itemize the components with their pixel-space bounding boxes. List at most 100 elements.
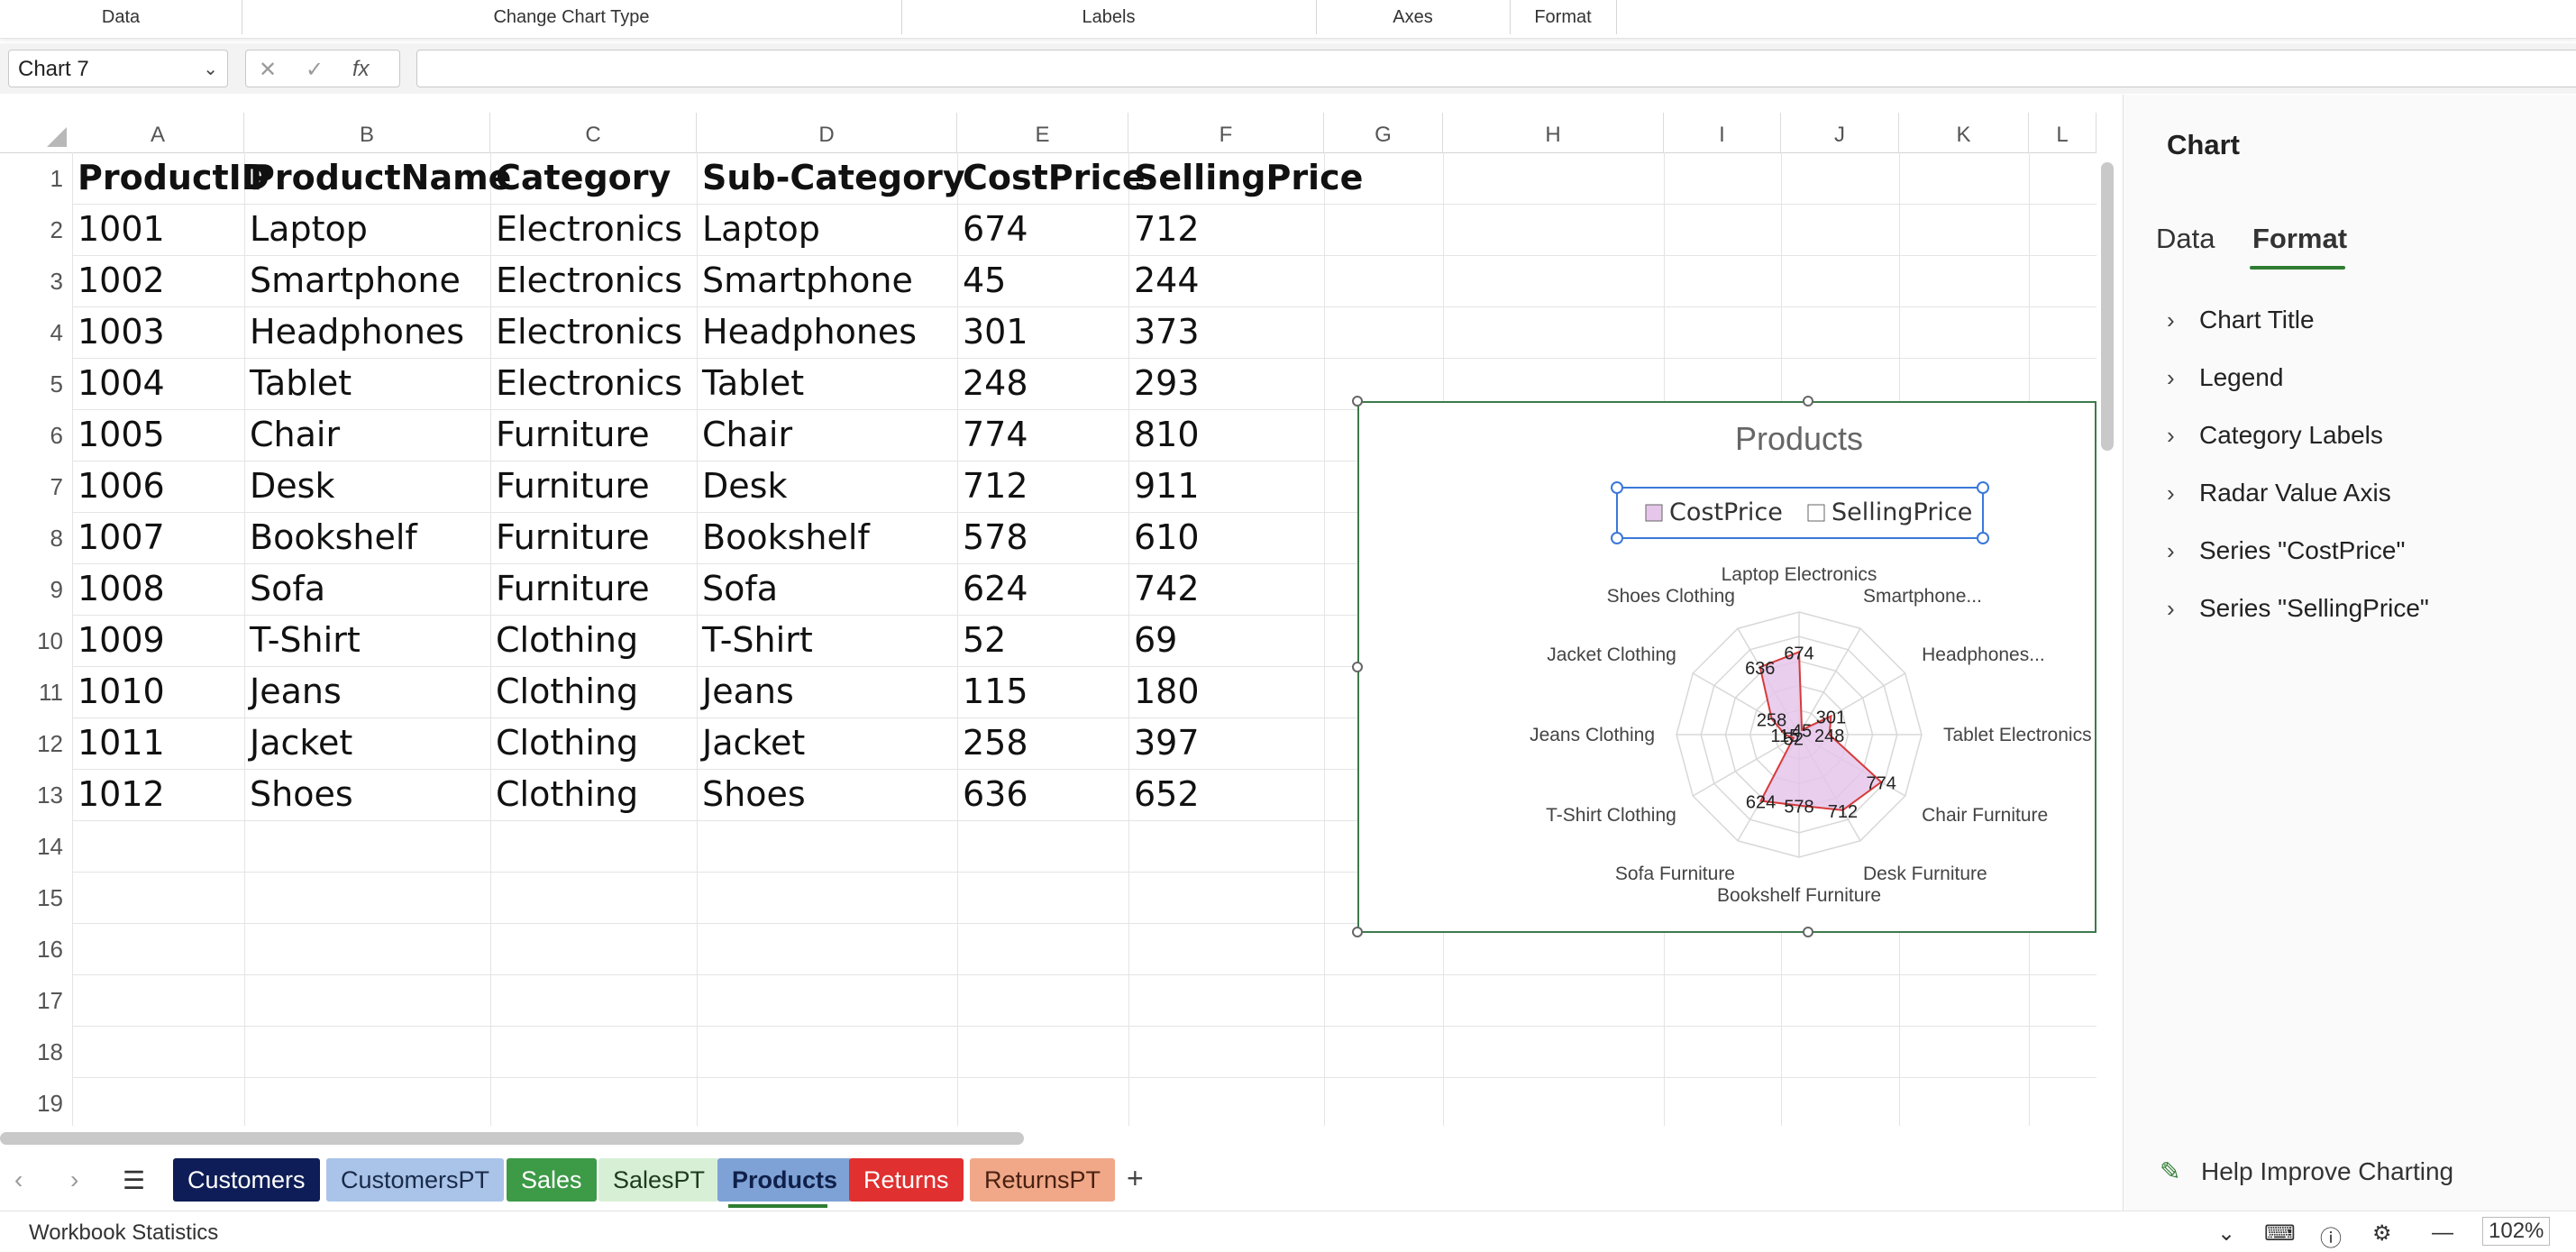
data-cell[interactable]: Sofa bbox=[250, 569, 325, 608]
data-cell[interactable]: Jeans bbox=[250, 672, 342, 711]
data-cell[interactable]: 1012 bbox=[78, 774, 165, 814]
header-cell[interactable]: Category bbox=[496, 158, 671, 197]
data-cell[interactable]: Chair bbox=[250, 415, 340, 454]
data-cell[interactable]: Furniture bbox=[496, 569, 650, 608]
data-cell[interactable]: 742 bbox=[1134, 569, 1200, 608]
column-header[interactable]: D bbox=[697, 113, 957, 152]
vertical-scrollbar[interactable] bbox=[2101, 162, 2114, 451]
sheet-tab-returns[interactable]: Returns bbox=[849, 1158, 964, 1202]
chart-resize-handle[interactable] bbox=[1803, 927, 1813, 937]
accessibility-icon[interactable]: ⚙ bbox=[2372, 1220, 2392, 1247]
data-cell[interactable]: Smartphone bbox=[250, 260, 461, 300]
chart-resize-handle[interactable] bbox=[1352, 927, 1363, 937]
data-cell[interactable]: Tablet bbox=[250, 363, 352, 403]
data-cell[interactable]: 293 bbox=[1134, 363, 1200, 403]
data-cell[interactable]: 1001 bbox=[78, 209, 165, 249]
keyboard-icon[interactable]: ⌨ bbox=[2264, 1220, 2296, 1247]
column-header[interactable]: B bbox=[244, 113, 490, 152]
header-cell[interactable]: CostPrice bbox=[963, 158, 1146, 197]
menu-icon[interactable]: ☰ bbox=[123, 1165, 145, 1195]
panel-item-category-labels[interactable]: › Category Labels bbox=[2167, 417, 2383, 453]
row-header[interactable]: 11 bbox=[0, 679, 72, 707]
data-cell[interactable]: 258 bbox=[963, 723, 1028, 763]
data-cell[interactable]: Electronics bbox=[496, 209, 682, 249]
row-header[interactable]: 19 bbox=[0, 1090, 72, 1118]
data-cell[interactable]: 636 bbox=[963, 774, 1028, 814]
chart-resize-handle[interactable] bbox=[1803, 396, 1813, 407]
zoom-level[interactable]: 102% bbox=[2482, 1217, 2551, 1246]
data-cell[interactable]: 1002 bbox=[78, 260, 165, 300]
data-cell[interactable]: 301 bbox=[963, 312, 1028, 352]
data-cell[interactable]: 674 bbox=[963, 209, 1028, 249]
data-cell[interactable]: 810 bbox=[1134, 415, 1200, 454]
horizontal-scrollbar[interactable] bbox=[0, 1132, 1024, 1145]
row-header[interactable]: 2 bbox=[0, 216, 72, 244]
row-header[interactable]: 16 bbox=[0, 936, 72, 964]
data-cell[interactable]: 1008 bbox=[78, 569, 165, 608]
radar-chart[interactable]: Products CostPrice SellingPrice 674 45 301 248… bbox=[1352, 396, 2096, 937]
zoom-out-icon[interactable]: — bbox=[2432, 1220, 2453, 1246]
data-cell[interactable]: Smartphone bbox=[702, 260, 913, 300]
data-cell[interactable]: 712 bbox=[963, 466, 1028, 506]
data-cell[interactable]: Sofa bbox=[702, 569, 778, 608]
cancel-icon[interactable]: ✕ bbox=[259, 57, 277, 83]
column-header[interactable]: L bbox=[2029, 113, 2096, 152]
data-cell[interactable]: 652 bbox=[1134, 774, 1200, 814]
data-cell[interactable]: 244 bbox=[1134, 260, 1200, 300]
ribbon-group-change-chart-type[interactable]: Change Chart Type bbox=[242, 0, 902, 34]
column-header[interactable]: K bbox=[1899, 113, 2029, 152]
data-cell[interactable]: Electronics bbox=[496, 260, 682, 300]
help-icon[interactable]: ⓘ bbox=[2320, 1220, 2342, 1252]
column-header[interactable]: C bbox=[490, 113, 697, 152]
data-cell[interactable]: Desk bbox=[702, 466, 787, 506]
sheet-tab-products[interactable]: Products bbox=[717, 1158, 853, 1202]
data-cell[interactable]: 624 bbox=[963, 569, 1028, 608]
data-cell[interactable]: Electronics bbox=[496, 363, 682, 403]
data-cell[interactable]: Clothing bbox=[496, 723, 638, 763]
row-header[interactable]: 4 bbox=[0, 319, 72, 347]
data-cell[interactable]: Shoes bbox=[702, 774, 806, 814]
data-cell[interactable]: 1007 bbox=[78, 517, 165, 557]
data-cell[interactable]: 1010 bbox=[78, 672, 165, 711]
column-header[interactable]: E bbox=[957, 113, 1128, 152]
data-cell[interactable]: 180 bbox=[1134, 672, 1200, 711]
panel-item-legend[interactable]: › Legend bbox=[2167, 360, 2283, 396]
row-header[interactable]: 7 bbox=[0, 473, 72, 501]
panel-item-chart-title[interactable]: › Chart Title bbox=[2167, 302, 2315, 338]
sheet-tab-customers[interactable]: Customers bbox=[173, 1158, 320, 1202]
panel-item-series-costprice[interactable]: › Series "CostPrice" bbox=[2167, 533, 2405, 569]
data-cell[interactable]: 911 bbox=[1134, 466, 1200, 506]
tab-format[interactable]: Format bbox=[2252, 223, 2347, 255]
data-cell[interactable]: 45 bbox=[963, 260, 1006, 300]
row-header[interactable]: 6 bbox=[0, 422, 72, 450]
select-all-corner[interactable] bbox=[0, 113, 72, 152]
data-cell[interactable]: Clothing bbox=[496, 620, 638, 660]
panel-item-series-sellingprice[interactable]: › Series "SellingPrice" bbox=[2167, 590, 2429, 626]
sheet-tab-salespt[interactable]: SalesPT bbox=[598, 1158, 720, 1202]
column-header[interactable]: A bbox=[72, 113, 244, 152]
data-cell[interactable]: 397 bbox=[1134, 723, 1200, 763]
data-cell[interactable]: 578 bbox=[963, 517, 1028, 557]
sheet-tab-returnspt[interactable]: ReturnsPT bbox=[970, 1158, 1116, 1202]
header-cell[interactable]: ProductName bbox=[250, 158, 511, 197]
row-header[interactable]: 9 bbox=[0, 576, 72, 604]
row-header[interactable]: 14 bbox=[0, 833, 72, 861]
ribbon-group-labels[interactable]: Labels bbox=[901, 0, 1317, 34]
chart-resize-handle[interactable] bbox=[1352, 396, 1363, 407]
data-cell[interactable]: Jacket bbox=[250, 723, 352, 763]
sheet-tab-customerspt[interactable]: CustomersPT bbox=[326, 1158, 505, 1202]
row-header[interactable]: 1 bbox=[0, 165, 72, 193]
data-cell[interactable]: Shoes bbox=[250, 774, 353, 814]
chevron-down-icon[interactable]: ⌄ bbox=[2217, 1220, 2235, 1247]
formula-input[interactable] bbox=[416, 50, 2576, 87]
chart-resize-handle[interactable] bbox=[1352, 662, 1363, 672]
workbook-statistics[interactable]: Workbook Statistics bbox=[29, 1220, 218, 1246]
data-cell[interactable]: 1004 bbox=[78, 363, 165, 403]
row-header[interactable]: 17 bbox=[0, 987, 72, 1015]
row-header[interactable]: 18 bbox=[0, 1038, 72, 1066]
plus-icon[interactable]: + bbox=[1127, 1162, 1144, 1195]
data-cell[interactable]: T-Shirt bbox=[702, 620, 813, 660]
column-header[interactable]: F bbox=[1128, 113, 1324, 152]
ribbon-group-format[interactable]: Format bbox=[1510, 0, 1617, 34]
data-cell[interactable]: 712 bbox=[1134, 209, 1200, 249]
